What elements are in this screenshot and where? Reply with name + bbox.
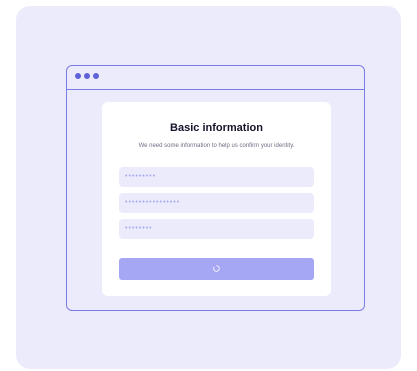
browser-titlebar bbox=[67, 66, 364, 90]
form-subtitle: We need some information to help us conf… bbox=[138, 143, 295, 149]
window-dot-icon bbox=[93, 73, 99, 79]
form-title: Basic information bbox=[170, 122, 263, 134]
submit-button[interactable] bbox=[119, 258, 314, 280]
window-dot-icon bbox=[75, 73, 81, 79]
masked-input-field[interactable]: •••••••••••••••• bbox=[119, 193, 314, 213]
basic-info-form: Basic information We need some informati… bbox=[102, 102, 331, 296]
window-dot-icon bbox=[84, 73, 90, 79]
masked-input-field[interactable]: ••••••••• bbox=[119, 167, 314, 187]
loading-spinner-icon bbox=[213, 265, 220, 272]
masked-input-field[interactable]: •••••••• bbox=[119, 219, 314, 239]
